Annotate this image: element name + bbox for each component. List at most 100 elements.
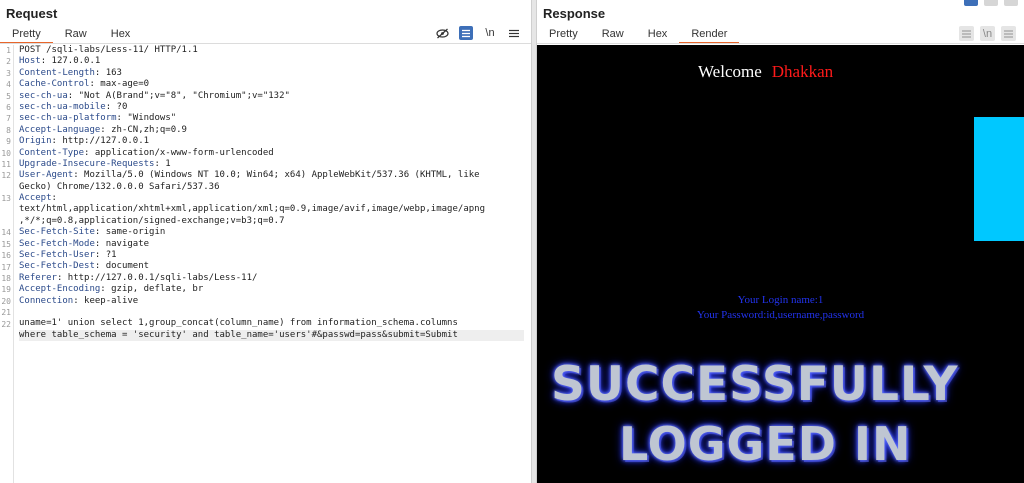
line-number: 3 <box>6 68 11 78</box>
tab-hex[interactable]: Hex <box>99 26 143 44</box>
header-name: sec-ch-ua-mobile <box>19 101 106 112</box>
request-line[interactable]: Referer: http://127.0.0.1/sqli-labs/Less… <box>19 273 524 284</box>
header-name: Sec-Fetch-User <box>19 250 95 261</box>
tab-pretty[interactable]: Pretty <box>537 26 590 44</box>
header-value: : "Not A(Brand";v="8", "Chromium";v="132… <box>67 90 290 101</box>
request-line[interactable]: text/html,application/xhtml+xml,applicat… <box>19 204 524 215</box>
header-name: Origin <box>19 136 52 147</box>
request-line[interactable]: Accept-Encoding: gzip, deflate, br <box>19 284 524 295</box>
line-number: 13 <box>1 194 11 204</box>
request-line[interactable]: Origin: http://127.0.0.1 <box>19 136 524 147</box>
request-line[interactable]: Sec-Fetch-Dest: document <box>19 261 524 272</box>
request-line[interactable]: User-Agent: Mozilla/5.0 (Windows NT 10.0… <box>19 170 524 181</box>
line-number: 15 <box>1 239 11 249</box>
request-line[interactable]: ,*/*;q=0.8,application/signed-exchange;v… <box>19 216 524 227</box>
line-text: POST /sqli-labs/Less-11/ HTTP/1.1 <box>19 45 198 55</box>
line-gutter: 1 2 3 4 5 6 7 8 9 10 11 12 13 14 15 16 17 18 19 20 21 22 <box>0 45 14 483</box>
line-text: Gecko) Chrome/132.0.0.0 Safari/537.36 <box>19 181 220 192</box>
request-line[interactable]: Content-Length: 163 <box>19 68 524 79</box>
header-name: Upgrade-Insecure-Requests <box>19 158 155 169</box>
password-text: Your Password:id,username,password <box>696 309 865 321</box>
header-name: sec-ch-ua-platform <box>19 113 117 124</box>
header-name: Host <box>19 56 41 67</box>
tab-pretty[interactable]: Pretty <box>0 26 53 44</box>
header-value: : navigate <box>94 238 150 249</box>
tab-underline <box>0 43 531 44</box>
line-number: 1 <box>6 46 11 55</box>
response-tabs: Pretty Raw Hex Render <box>537 26 740 44</box>
newline-toggle[interactable]: \n <box>483 26 497 40</box>
request-line[interactable]: Sec-Fetch-Site: same-origin <box>19 227 524 238</box>
newline-toggle[interactable]: \n <box>980 26 995 41</box>
response-title: Response <box>543 6 606 21</box>
line-text: uname=1' union select 1,group_concat(col… <box>19 318 458 329</box>
header-value: : same-origin <box>94 227 166 238</box>
header-value: : ?0 <box>105 101 128 112</box>
request-line[interactable]: Accept: <box>19 193 524 204</box>
eye-slash-icon[interactable] <box>435 26 449 40</box>
header-value: : Mozilla/5.0 (Windows NT 10.0; Win64; x… <box>73 170 480 181</box>
header-value: : zh-CN,zh;q=0.9 <box>100 124 187 135</box>
line-text: where table_schema = 'security' and tabl… <box>19 329 458 340</box>
header-value: : 163 <box>94 67 122 78</box>
line-number: 10 <box>1 148 11 158</box>
header-value: : ?1 <box>94 250 117 261</box>
request-line[interactable]: Sec-Fetch-Mode: navigate <box>19 239 524 250</box>
request-editor[interactable]: 1 2 3 4 5 6 7 8 9 10 11 12 13 14 15 16 17 18 19 20 21 22 POST… <box>0 45 531 483</box>
tab-render[interactable]: Render <box>679 26 740 44</box>
request-title: Request <box>6 6 58 21</box>
line-number: 14 <box>1 228 11 238</box>
header-name: Content-Type <box>19 147 85 158</box>
line-number: 4 <box>6 80 11 90</box>
cyan-image-block <box>974 117 1024 241</box>
line-number: 11 <box>1 160 11 169</box>
request-line[interactable]: sec-ch-ua-mobile: ?0 <box>19 102 524 113</box>
layout-toggle-group <box>964 0 1018 6</box>
header-name: Accept-Language <box>19 124 101 135</box>
request-line[interactable]: Host: 127.0.0.1 <box>19 56 524 67</box>
request-line[interactable]: Accept-Language: zh-CN,zh;q=0.9 <box>19 125 524 136</box>
request-line[interactable] <box>19 307 524 318</box>
request-line[interactable]: POST /sqli-labs/Less-11/ HTTP/1.1 <box>19 45 524 56</box>
request-line[interactable]: Cache-Control: max-age=0 <box>19 79 524 90</box>
burp-repeater: Request Pretty Raw Hex \n 1 2 3 4 5 6 7 8 9 10 11 1… <box>0 0 1024 483</box>
request-line[interactable]: Sec-Fetch-User: ?1 <box>19 250 524 261</box>
menu-icon[interactable] <box>1001 26 1016 41</box>
tab-raw[interactable]: Raw <box>590 26 636 44</box>
request-line[interactable]: Upgrade-Insecure-Requests: 1 <box>19 159 524 170</box>
request-line[interactable]: sec-ch-ua: "Not A(Brand";v="8", "Chromiu… <box>19 91 524 102</box>
header-value: : application/x-www-form-urlencoded <box>84 147 274 158</box>
request-line[interactable]: sec-ch-ua-platform: "Windows" <box>19 113 524 124</box>
header-value: : keep-alive <box>73 295 139 306</box>
header-value: : max-age=0 <box>89 79 150 90</box>
request-line[interactable]: Connection: keep-alive <box>19 296 524 307</box>
request-line[interactable]: where table_schema = 'security' and tabl… <box>19 329 524 342</box>
header-value: : <box>51 193 57 204</box>
line-number: 16 <box>1 251 11 261</box>
header-value: : http://127.0.0.1 <box>51 136 150 147</box>
request-line[interactable]: Content-Type: application/x-www-form-url… <box>19 148 524 159</box>
header-name: Sec-Fetch-Dest <box>19 261 95 272</box>
request-line[interactable]: Gecko) Chrome/132.0.0.0 Safari/537.36 <box>19 182 524 193</box>
tab-raw[interactable]: Raw <box>53 26 99 44</box>
request-tabs: Pretty Raw Hex <box>0 26 142 44</box>
list-icon[interactable] <box>959 26 974 41</box>
header-value: : "Windows" <box>116 113 177 124</box>
request-pane: Request Pretty Raw Hex \n 1 2 3 4 5 6 7 8 9 10 11 1… <box>0 0 531 483</box>
response-pane: Response Pretty Raw Hex Render \n Welcom… <box>537 0 1024 483</box>
layout-vertical-icon[interactable] <box>1004 0 1018 6</box>
request-line[interactable]: uname=1' union select 1,group_concat(col… <box>19 318 524 329</box>
tab-hex[interactable]: Hex <box>636 26 680 44</box>
header-name: Connection <box>19 295 74 306</box>
request-body[interactable]: POST /sqli-labs/Less-11/ HTTP/1.1 Host: 1… <box>19 45 524 342</box>
line-number: 9 <box>6 137 11 147</box>
user-name: Dhakkan <box>771 62 834 81</box>
line-number: 19 <box>1 285 11 295</box>
header-name: Sec-Fetch-Site <box>19 227 95 238</box>
list-icon[interactable] <box>459 26 473 40</box>
menu-icon[interactable] <box>507 26 521 40</box>
login-name-text: Your Login name:1 <box>737 294 824 306</box>
layout-horizontal-icon[interactable] <box>984 0 998 6</box>
layout-split-icon[interactable] <box>964 0 978 6</box>
header-name: Content-Length <box>19 67 95 78</box>
